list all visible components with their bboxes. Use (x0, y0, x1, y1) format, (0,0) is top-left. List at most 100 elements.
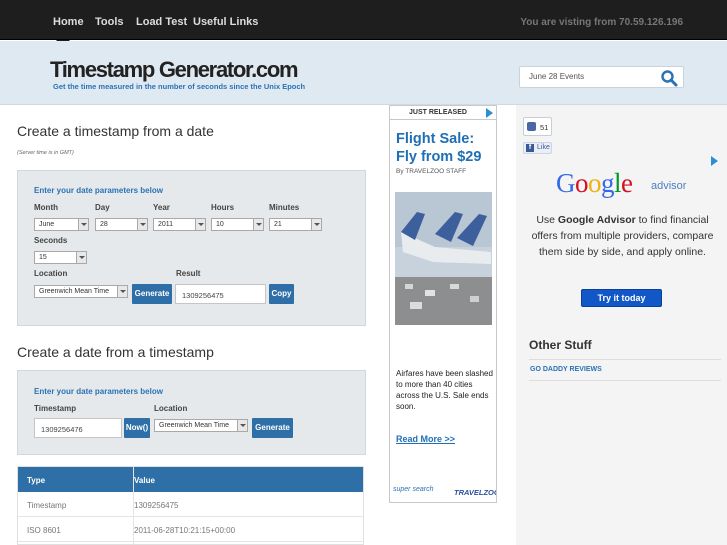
travelzoo-logo: TRAVELZOO (454, 488, 497, 497)
month-value: June (39, 221, 55, 228)
airplanes-photo (395, 192, 492, 325)
google-letter: l (614, 168, 622, 198)
timestamp-label: Timestamp (34, 404, 77, 413)
cell-value: 2011-06-28T10:21:15+00:00 (134, 526, 236, 535)
visitor-ip-text: You are visting from 70.59.126.196 (520, 17, 683, 28)
google-letter: g (601, 168, 615, 198)
column-divider (133, 467, 134, 544)
day-label: Day (95, 203, 110, 212)
chevron-down-icon (76, 252, 86, 263)
google-body-prefix: Use (536, 214, 558, 226)
google-letter: o (575, 168, 589, 198)
date-panel-title: Enter your date parameters below (34, 186, 163, 195)
thumbs-up-icon (527, 122, 536, 131)
divider (529, 359, 721, 360)
cell-type: Timestamp (27, 501, 67, 510)
location-label-2: Location (154, 404, 188, 413)
adchoices-icon[interactable] (486, 108, 493, 118)
section-title-date-to-timestamp: Create a timestamp from a date (17, 123, 214, 139)
site-tagline: Get the time measured in the number of s… (53, 82, 306, 91)
ad-badge: JUST RELEASED (409, 109, 467, 116)
ad-byline: By TRAVELZOO STAFF (396, 168, 467, 175)
site-logo[interactable]: Timestamp Generator.com (50, 57, 299, 83)
location-value: Greenwich Mean Time (39, 288, 110, 295)
like-count: 51 (540, 123, 549, 132)
seconds-select[interactable]: 15 (34, 251, 87, 264)
column-header-value: Value (134, 476, 155, 485)
go-daddy-reviews-link[interactable]: GO DADDY REVIEWS (530, 366, 602, 373)
google-logo[interactable]: Google (556, 168, 633, 199)
year-select[interactable]: 2011 (153, 218, 206, 231)
search-input[interactable]: June 28 Events (519, 66, 684, 88)
chevron-down-icon (117, 286, 127, 297)
facebook-like-button[interactable]: f Like (523, 142, 552, 154)
column-header-type: Type (27, 476, 46, 485)
chevron-down-icon (195, 219, 205, 230)
google-letter: o (588, 168, 602, 198)
result-label: Result (176, 269, 201, 278)
timestamp-panel-title: Enter your date parameters below (34, 387, 163, 396)
table-header: Type Value (18, 467, 363, 492)
chevron-down-icon (237, 420, 247, 431)
month-select[interactable]: June (34, 218, 89, 231)
top-nav: Home Tools Load Test Useful Links You ar… (0, 0, 727, 40)
minutes-label: Minutes (269, 203, 300, 212)
section-title-timestamp-to-date: Create a date from a timestamp (17, 344, 214, 360)
ad-headline[interactable]: Flight Sale: Fly from $29 (396, 130, 494, 166)
results-table: Type Value Timestamp 1309256475 ISO 8601… (17, 466, 364, 545)
day-select[interactable]: 28 (95, 218, 148, 231)
chevron-down-icon (311, 219, 321, 230)
timestamp-field[interactable]: 1309256476 (34, 418, 122, 438)
google-advisor-product: advisor (651, 180, 687, 192)
travel-ad[interactable]: JUST RELEASED Flight Sale: Fly from $29 … (389, 105, 497, 503)
result-field[interactable]: 1309256475 (175, 284, 266, 304)
facebook-icon: f (526, 144, 534, 152)
month-label: Month (34, 203, 58, 212)
try-it-today-button[interactable]: Try it today (581, 289, 662, 307)
hours-label: Hours (211, 203, 235, 212)
table-row: Timestamp 1309256475 (18, 492, 363, 517)
site-header: Timestamp Generator.com Get the time mea… (0, 41, 727, 105)
chevron-down-icon (253, 219, 263, 230)
cell-value: 1309256475 (134, 501, 179, 510)
search-input-value: June 28 Events (529, 72, 585, 81)
google-letter: G (556, 168, 576, 198)
hours-value: 10 (216, 221, 224, 228)
nav-tools[interactable]: Tools (95, 16, 124, 28)
ad-body-text: Airfares have been slashed to more than … (396, 369, 493, 411)
nav-load-test[interactable]: Load Test (136, 16, 187, 28)
year-label: Year (153, 203, 170, 212)
search-icon[interactable] (660, 69, 678, 87)
like-count-badge[interactable]: 51 (523, 117, 552, 136)
day-value: 28 (100, 221, 108, 228)
seconds-value: 15 (39, 254, 47, 261)
chevron-down-icon (137, 219, 147, 230)
adchoices-icon[interactable] (711, 156, 718, 166)
now-button[interactable]: Now() (124, 418, 150, 438)
ad-top-bar: JUST RELEASED (390, 106, 496, 120)
minutes-value: 21 (274, 221, 282, 228)
nav-useful-links[interactable]: Useful Links (193, 16, 258, 28)
minutes-select[interactable]: 21 (269, 218, 322, 231)
location-select-2[interactable]: Greenwich Mean Time (154, 419, 248, 432)
generate-date-button[interactable]: Generate (252, 418, 293, 438)
like-label: Like (537, 144, 550, 151)
server-time-note: (Server time is in GMT) (17, 150, 74, 156)
supersearch-logo: super search (393, 486, 434, 493)
location-select[interactable]: Greenwich Mean Time (34, 285, 128, 298)
read-more-link[interactable]: Read More >> (396, 434, 455, 444)
google-letter: e (621, 168, 633, 198)
copy-button[interactable]: Copy (269, 284, 294, 304)
chevron-down-icon (78, 219, 88, 230)
location-value-2: Greenwich Mean Time (159, 422, 230, 429)
seconds-label: Seconds (34, 236, 68, 245)
other-stuff-title: Other Stuff (529, 338, 592, 352)
nav-home[interactable]: Home (53, 16, 84, 28)
cell-type: ISO 8601 (27, 526, 61, 535)
divider (529, 380, 721, 381)
google-body-bold: Google Advisor (557, 214, 636, 226)
location-label: Location (34, 269, 68, 278)
generate-timestamp-button[interactable]: Generate (132, 284, 172, 304)
google-ad-body: Use Google Advisor to find financial off… (525, 212, 720, 260)
hours-select[interactable]: 10 (211, 218, 264, 231)
